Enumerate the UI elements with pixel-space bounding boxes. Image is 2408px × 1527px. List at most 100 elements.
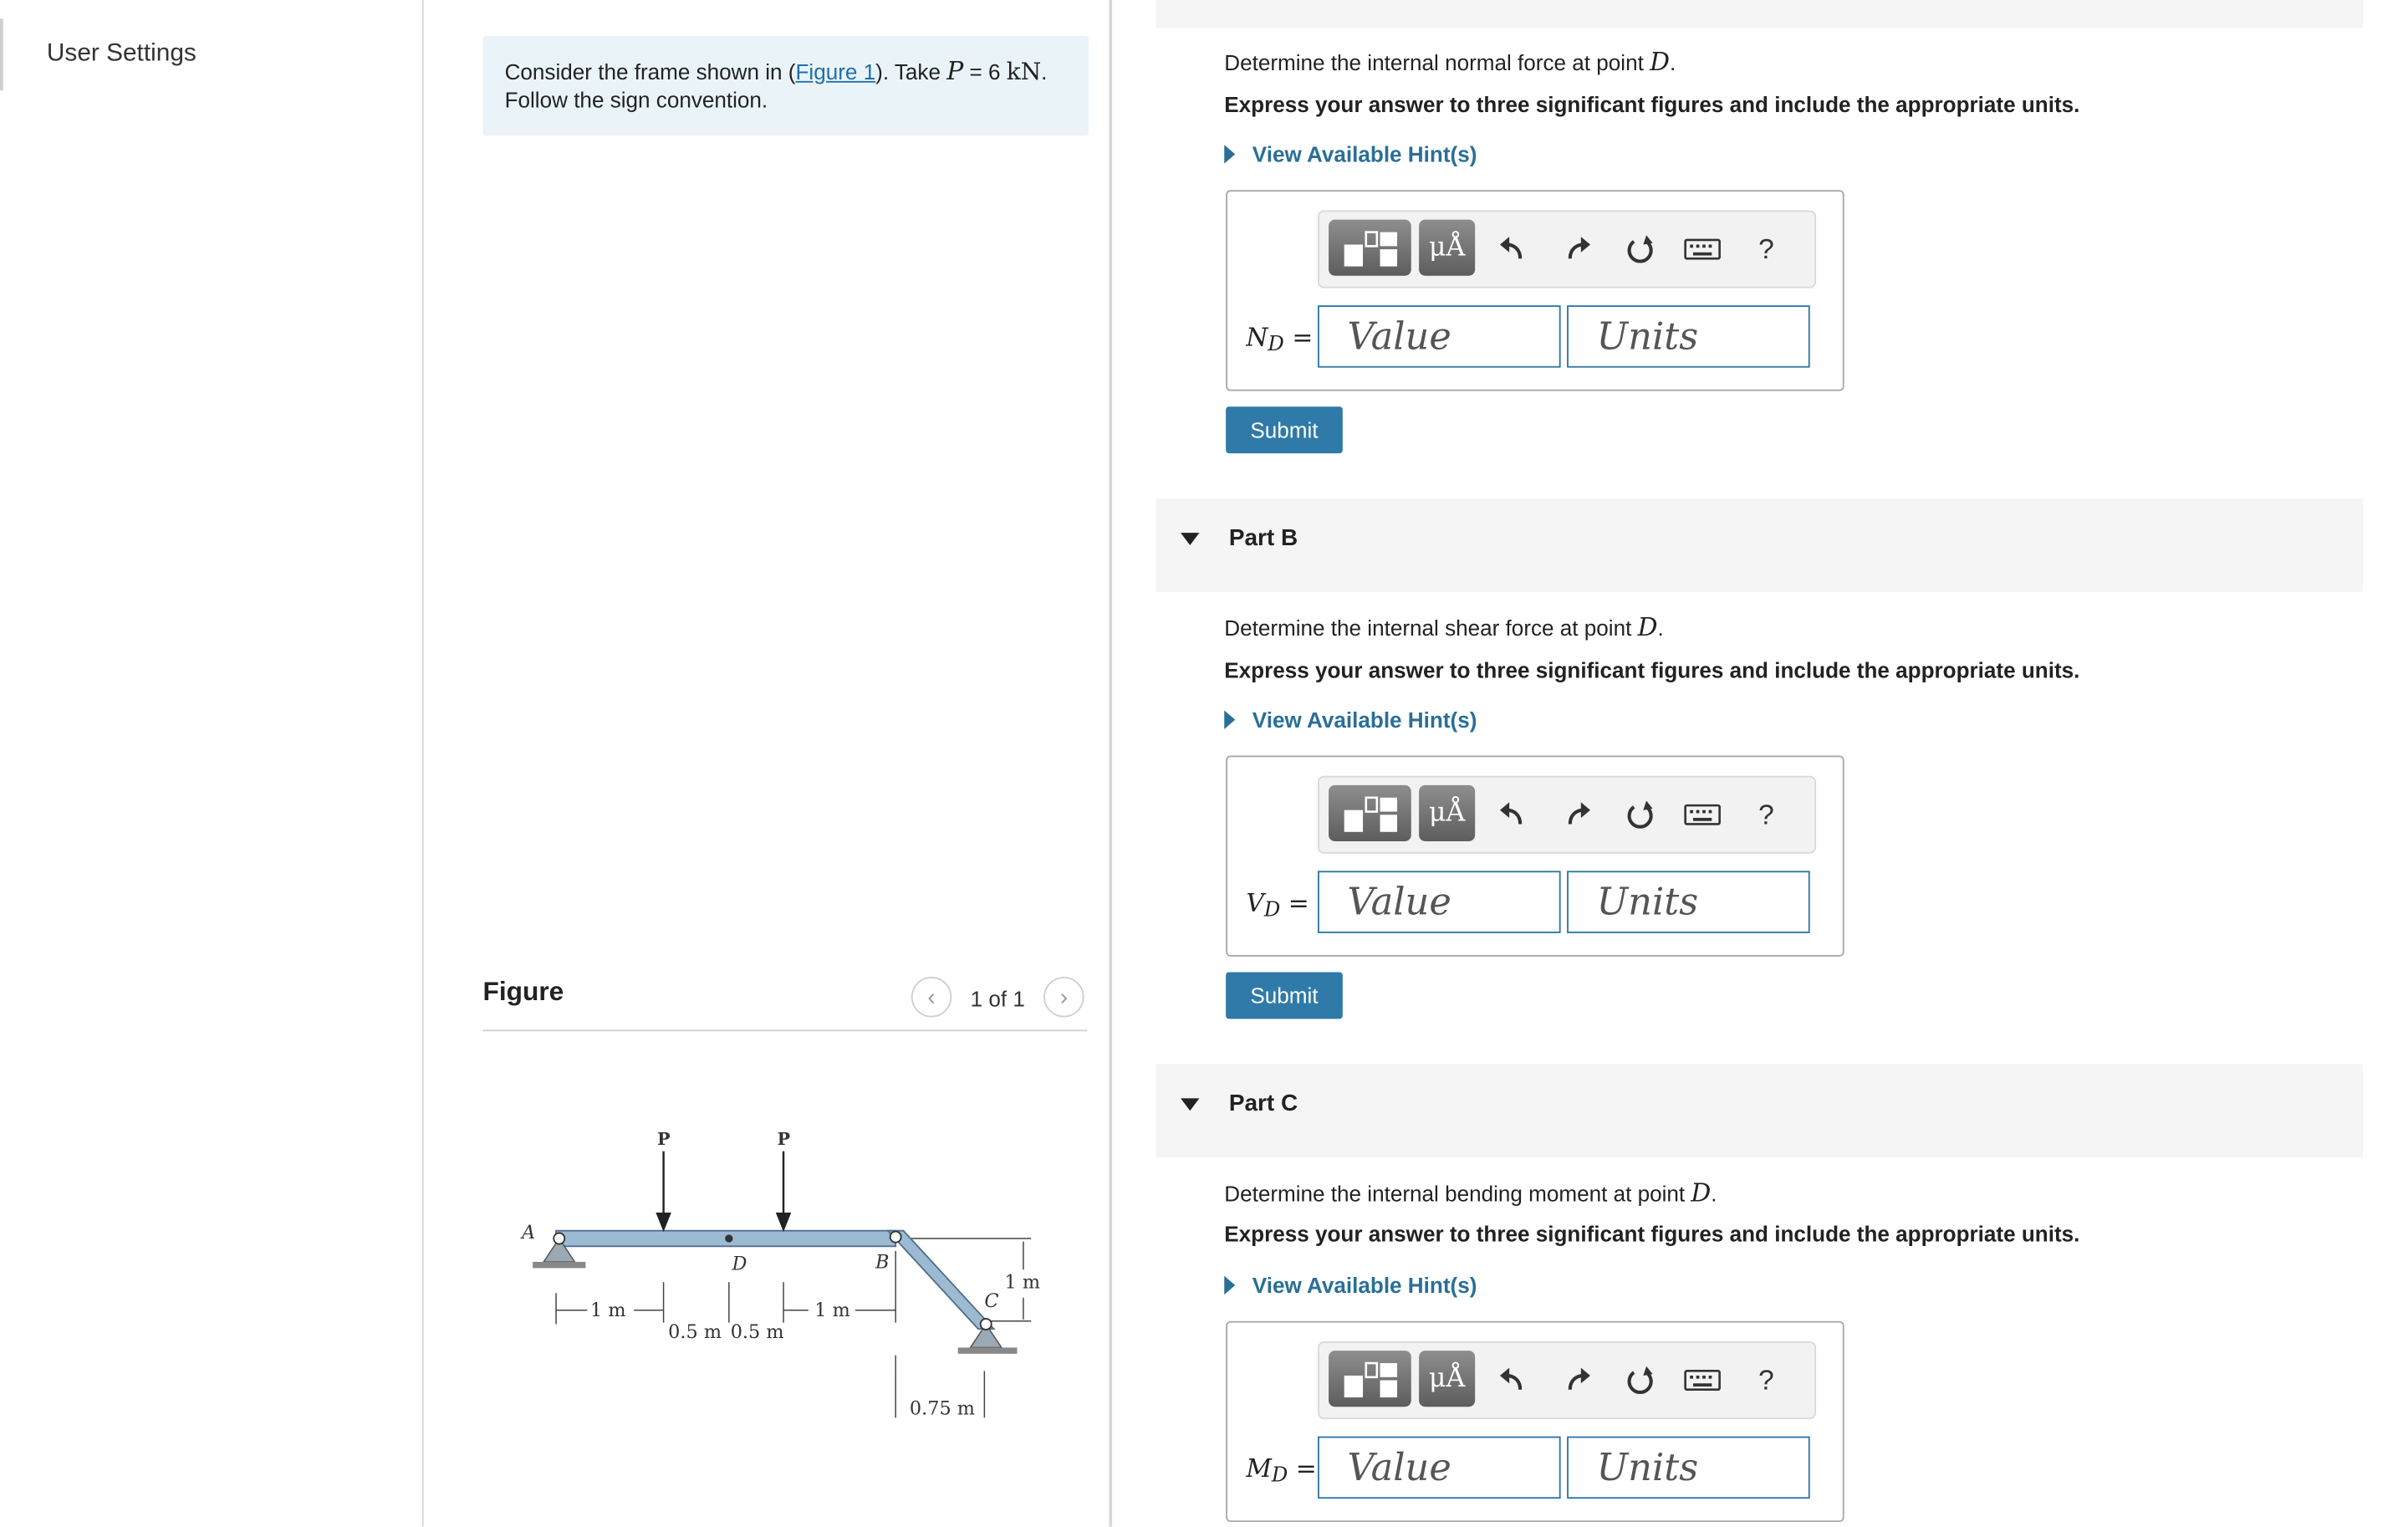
user-settings-link[interactable]: User Settings xyxy=(47,40,196,69)
part-c-question: Determine the internal bending moment at… xyxy=(1224,1177,1717,1207)
keyboard-button[interactable] xyxy=(1681,793,1724,836)
part-b-answer-box: μÅ ? VD = xyxy=(1226,755,1844,957)
figure-next-button[interactable]: › xyxy=(1043,977,1084,1018)
var-equals: = xyxy=(1283,322,1314,353)
redo-button[interactable] xyxy=(1556,793,1599,836)
intro-text-part: ). Take xyxy=(875,59,947,84)
keyboard-button[interactable] xyxy=(1681,227,1724,271)
units-input[interactable] xyxy=(1568,1438,1809,1498)
label-a: A xyxy=(520,1222,535,1244)
math-toolbar: μÅ ? xyxy=(1318,1341,1817,1420)
math-toolbar: μÅ ? xyxy=(1318,210,1817,289)
reset-button[interactable] xyxy=(1619,793,1662,836)
reset-icon xyxy=(1627,1366,1653,1394)
keyboard-icon xyxy=(1684,1370,1721,1392)
value-input[interactable] xyxy=(1319,306,1559,366)
part-c-answer-box: μÅ ? MD = xyxy=(1226,1320,1844,1523)
part-b-instruction: Express your answer to three significant… xyxy=(1224,657,2080,682)
variable-label: MD = xyxy=(1246,1453,1316,1488)
part-c-title: Part C xyxy=(1228,1090,1298,1117)
part-c-instruction: Express your answer to three significant… xyxy=(1224,1221,2080,1247)
label-b: B xyxy=(875,1251,889,1273)
undo-icon xyxy=(1499,237,1523,259)
reset-button[interactable] xyxy=(1619,227,1662,271)
units-button[interactable]: μÅ xyxy=(1419,219,1476,276)
var-equals: = xyxy=(1280,887,1309,918)
part-b-submit-button[interactable]: Submit xyxy=(1226,972,1343,1019)
intro-equals: = 6 xyxy=(963,59,1007,84)
problem-column: Consider the frame shown in (Figure 1). … xyxy=(424,0,1113,1527)
load-arrows xyxy=(656,1151,792,1233)
problem-intro-box: Consider the frame shown in (Figure 1). … xyxy=(482,35,1089,136)
help-button[interactable]: ? xyxy=(1744,793,1788,836)
templates-button[interactable] xyxy=(1329,1351,1411,1407)
units-button[interactable]: μÅ xyxy=(1419,1351,1476,1407)
var-subscript: D xyxy=(1263,898,1281,922)
hint-label: View Available Hint(s) xyxy=(1252,141,1477,167)
undo-button[interactable] xyxy=(1491,227,1534,271)
redo-button[interactable] xyxy=(1556,227,1599,271)
dim-label-05m-right: 0.5 m xyxy=(731,1321,784,1343)
redo-button[interactable] xyxy=(1556,1358,1599,1402)
part-a-question: Determine the internal normal force at p… xyxy=(1224,47,1676,76)
math-toolbar: μÅ ? xyxy=(1318,775,1817,854)
part-b-question: Determine the internal shear force at po… xyxy=(1224,612,1664,641)
collapse-caret-icon xyxy=(1181,533,1200,546)
load-label-p1: P xyxy=(657,1129,670,1149)
value-input[interactable] xyxy=(1319,1438,1559,1498)
units-input[interactable] xyxy=(1568,306,1809,366)
units-input[interactable] xyxy=(1568,872,1809,932)
undo-icon xyxy=(1499,802,1523,825)
label-d: D xyxy=(732,1253,747,1274)
figure-prev-button[interactable]: ‹ xyxy=(911,977,952,1018)
dim-label-05m-left: 0.5 m xyxy=(668,1321,722,1343)
mu-angstrom-icon: μÅ xyxy=(1428,232,1466,263)
variable-label: ND = xyxy=(1246,323,1313,357)
part-a-hint-toggle[interactable]: View Available Hint(s) xyxy=(1224,141,1477,167)
help-icon: ? xyxy=(1758,1363,1774,1396)
part-b-header[interactable]: Part B xyxy=(1156,498,2364,592)
templates-button[interactable] xyxy=(1329,219,1411,276)
value-field-wrapper xyxy=(1318,305,1561,368)
undo-button[interactable] xyxy=(1491,1358,1534,1402)
reset-icon xyxy=(1627,800,1653,829)
point-symbol: D xyxy=(1637,612,1658,642)
point-symbol: D xyxy=(1650,46,1670,77)
intro-unit: kN xyxy=(1006,57,1042,86)
part-a-submit-button[interactable]: Submit xyxy=(1226,406,1343,454)
answers-column: Determine the internal normal force at p… xyxy=(1156,0,2364,1527)
question-period: . xyxy=(1711,1181,1717,1206)
undo-button[interactable] xyxy=(1491,793,1534,836)
value-input[interactable] xyxy=(1319,872,1559,932)
part-a-answer-box: μÅ ? ND = xyxy=(1226,190,1844,391)
templates-icon xyxy=(1344,231,1398,267)
keyboard-button[interactable] xyxy=(1681,1358,1724,1402)
dim-label-1m: 1 m xyxy=(590,1300,626,1321)
keyboard-icon xyxy=(1684,238,1721,260)
expand-triangle-icon xyxy=(1224,145,1236,164)
nav-accent-bar xyxy=(0,18,3,91)
load-label-p2: P xyxy=(778,1129,790,1149)
chevron-right-icon: › xyxy=(1059,983,1069,1011)
question-text: Determine the internal bending moment at… xyxy=(1224,1181,1691,1206)
variable-label: VD = xyxy=(1246,888,1309,922)
templates-button[interactable] xyxy=(1329,784,1411,841)
hint-label: View Available Hint(s) xyxy=(1252,707,1477,733)
figure-1-link[interactable]: Figure 1 xyxy=(796,59,876,84)
help-button[interactable]: ? xyxy=(1744,1358,1788,1402)
part-b-hint-toggle[interactable]: View Available Hint(s) xyxy=(1224,707,1477,733)
value-field-wrapper xyxy=(1318,1436,1561,1499)
part-c-hint-toggle[interactable]: View Available Hint(s) xyxy=(1224,1273,1477,1298)
pin-b xyxy=(889,1230,902,1244)
figure-pager-count: 1 of 1 xyxy=(970,986,1025,1012)
part-a-header xyxy=(1156,0,2364,28)
reset-button[interactable] xyxy=(1619,1358,1662,1402)
part-c-header[interactable]: Part C xyxy=(1156,1064,2364,1158)
templates-icon xyxy=(1344,796,1398,832)
chevron-left-icon: ‹ xyxy=(927,983,936,1011)
dim-label-height: 1 m xyxy=(1005,1272,1041,1294)
pin-support-c xyxy=(957,1318,1018,1354)
help-button[interactable]: ? xyxy=(1744,227,1788,271)
part-b-title: Part B xyxy=(1228,524,1298,552)
units-button[interactable]: μÅ xyxy=(1419,784,1476,841)
